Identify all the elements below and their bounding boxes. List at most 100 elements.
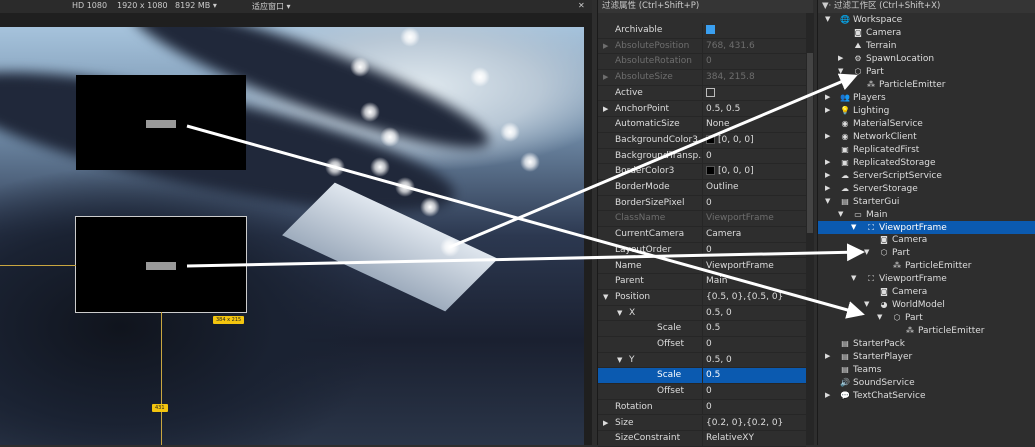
color-swatch[interactable] (706, 166, 715, 176)
explorer-item[interactable]: ▶ ▤ StarterPlayer (818, 350, 1035, 363)
property-value[interactable]: Main (706, 274, 728, 290)
explorer-item[interactable]: ◙ Camera (818, 285, 1035, 298)
expand-icon[interactable]: ▶ (603, 70, 608, 86)
property-value[interactable] (706, 86, 715, 102)
property-row[interactable]: Archivable (598, 23, 806, 39)
property-value[interactable]: {0.2, 0},{0.2, 0} (706, 416, 783, 432)
explorer-item[interactable]: ▤ Teams (818, 363, 1035, 376)
property-row[interactable]: BorderSizePixel 0 (598, 195, 806, 212)
property-value[interactable]: 0 (706, 196, 712, 212)
property-row[interactable]: Scale 0.5 (598, 368, 806, 385)
color-swatch[interactable] (706, 134, 715, 144)
property-value[interactable]: None (706, 117, 729, 133)
property-value[interactable]: 384, 215.8 (706, 70, 755, 86)
property-row[interactable]: ▶ AbsolutePosition 768, 431.6 (598, 38, 806, 55)
property-value[interactable]: 768, 431.6 (706, 39, 755, 55)
properties-filter[interactable]: 过滤属性 (Ctrl+Shift+P) (598, 0, 813, 13)
property-value[interactable]: 0 (706, 384, 712, 400)
explorer-item[interactable]: ▼ 🌐 Workspace (818, 13, 1035, 26)
expand-arrow-icon[interactable]: ▶ (825, 130, 830, 143)
explorer-item[interactable]: ▶ ◉ NetworkClient (818, 130, 1035, 143)
expand-arrow-icon[interactable]: ▼ (851, 272, 856, 285)
checkbox[interactable] (706, 25, 715, 34)
expand-arrow-icon[interactable]: ▼ (851, 221, 856, 234)
explorer-item[interactable]: ▼ ▭ Main (818, 208, 1035, 221)
expand-arrow-icon[interactable]: ▶ (825, 104, 830, 117)
property-row[interactable]: ▶ Size {0.2, 0},{0.2, 0} (598, 415, 806, 432)
expand-icon[interactable]: ▶ (603, 39, 608, 55)
property-row[interactable]: LayoutOrder 0 (598, 242, 806, 259)
viewport-frame-1[interactable] (76, 75, 246, 170)
property-row[interactable]: Offset 0 (598, 384, 806, 400)
property-row[interactable]: BackgroundColor3 [0, 0, 0] (598, 132, 806, 149)
device-select[interactable]: HD 1080 (72, 1, 107, 10)
expand-arrow-icon[interactable]: ▼ (877, 311, 882, 324)
property-value[interactable]: 0 (706, 337, 712, 353)
explorer-item[interactable]: ▶ 👥 Players (818, 91, 1035, 104)
expand-arrow-icon[interactable]: ▶ (825, 389, 830, 402)
explorer-item[interactable]: ▶ ▣ ReplicatedStorage (818, 156, 1035, 169)
explorer-item[interactable]: 🔊 SoundService (818, 376, 1035, 389)
property-value[interactable] (706, 23, 715, 39)
expand-arrow-icon[interactable]: ▶ (825, 169, 830, 182)
explorer-item[interactable]: ▼ ⬡ Part (818, 246, 1035, 259)
property-value[interactable]: ViewportFrame (706, 211, 774, 227)
explorer-item[interactable]: ▼ ⬡ Part (818, 65, 1035, 78)
property-value[interactable]: 0.5, 0.5 (706, 102, 740, 118)
property-row[interactable]: AutomaticSize None (598, 117, 806, 133)
explorer-item[interactable]: ▶ 💡 Lighting (818, 104, 1035, 117)
expand-arrow-icon[interactable]: ▼ (864, 246, 869, 259)
expand-arrow-icon[interactable]: ▶ (825, 350, 830, 363)
property-value[interactable]: [0, 0, 0] (706, 164, 754, 180)
expand-arrow-icon[interactable]: ▼ (825, 13, 830, 26)
property-value[interactable]: [0, 0, 0] (706, 133, 754, 149)
explorer-item[interactable]: ◙ Camera (818, 26, 1035, 39)
property-value[interactable]: 0.5 (706, 321, 720, 337)
property-value[interactable]: 0.5, 0 (706, 306, 732, 322)
property-value[interactable]: 0 (706, 243, 712, 259)
explorer-item[interactable]: ▶ ⚙ SpawnLocation (818, 52, 1035, 65)
property-value[interactable]: {0.5, 0},{0.5, 0} (706, 290, 783, 306)
property-value[interactable]: Camera (706, 227, 741, 243)
property-row[interactable]: Offset 0 (598, 337, 806, 353)
property-value[interactable]: 0 (706, 54, 712, 70)
property-row[interactable]: ▶ AnchorPoint 0.5, 0.5 (598, 101, 806, 118)
explorer-filter[interactable]: ▼· 过滤工作区 (Ctrl+Shift+X) (818, 0, 1035, 13)
explorer-item[interactable]: ▶ 💬 TextChatService (818, 389, 1035, 402)
explorer-item[interactable]: ▶ ☁ ServerStorage (818, 182, 1035, 195)
checkbox[interactable] (706, 87, 715, 97)
properties-scrollbar[interactable] (806, 13, 814, 445)
property-row[interactable]: BorderColor3 [0, 0, 0] (598, 164, 806, 180)
expand-icon[interactable]: ▶ (603, 416, 608, 432)
explorer-item[interactable]: ▼ ◕ WorldModel (818, 298, 1035, 311)
expand-arrow-icon[interactable]: ▶ (838, 52, 843, 65)
memory-select[interactable]: 8192 MB ▾ (175, 1, 217, 10)
explorer-item[interactable]: ◙ Camera (818, 233, 1035, 246)
explorer-item[interactable]: ▣ ReplicatedFirst (818, 143, 1035, 156)
property-row[interactable]: Scale 0.5 (598, 321, 806, 337)
expand-icon[interactable]: ▼ (603, 290, 608, 306)
explorer-item[interactable]: ⁂ ParticleEmitter (818, 324, 1035, 337)
property-row[interactable]: BorderMode Outline (598, 180, 806, 196)
property-row[interactable]: ▼ X 0.5, 0 (598, 305, 806, 322)
explorer-item[interactable]: ⛰ Terrain (818, 39, 1035, 52)
expand-arrow-icon[interactable]: ▼ (838, 65, 843, 78)
explorer-item[interactable]: ▼ ⛶ ViewportFrame (818, 220, 1035, 234)
explorer-item[interactable]: ▼ ▤ StarterGui (818, 195, 1035, 208)
game-viewport[interactable]: HD 1080 1920 x 1080 8192 MB ▾ 适应窗口 ▾ ✕ 3… (0, 0, 592, 445)
expand-arrow-icon[interactable]: ▼ (825, 195, 830, 208)
viewport-frame-2-selected[interactable] (75, 216, 247, 313)
close-icon[interactable]: ✕ (578, 1, 585, 10)
expand-arrow-icon[interactable]: ▼ (864, 298, 869, 311)
property-row[interactable]: Active (598, 85, 806, 102)
explorer-item[interactable]: ▼ ⬡ Part (818, 311, 1035, 324)
property-value[interactable]: Outline (706, 180, 739, 196)
property-row[interactable]: AbsoluteRotation 0 (598, 54, 806, 71)
property-value[interactable]: ViewportFrame (706, 259, 774, 275)
property-row[interactable]: Rotation 0 (598, 399, 806, 416)
explorer-item[interactable]: ◉ MaterialService (818, 117, 1035, 130)
explorer-item[interactable]: ⁂ ParticleEmitter (818, 259, 1035, 272)
expand-arrow-icon[interactable]: ▶ (825, 156, 830, 169)
property-value[interactable]: 0 (706, 400, 712, 416)
property-row[interactable]: Parent Main (598, 274, 806, 290)
